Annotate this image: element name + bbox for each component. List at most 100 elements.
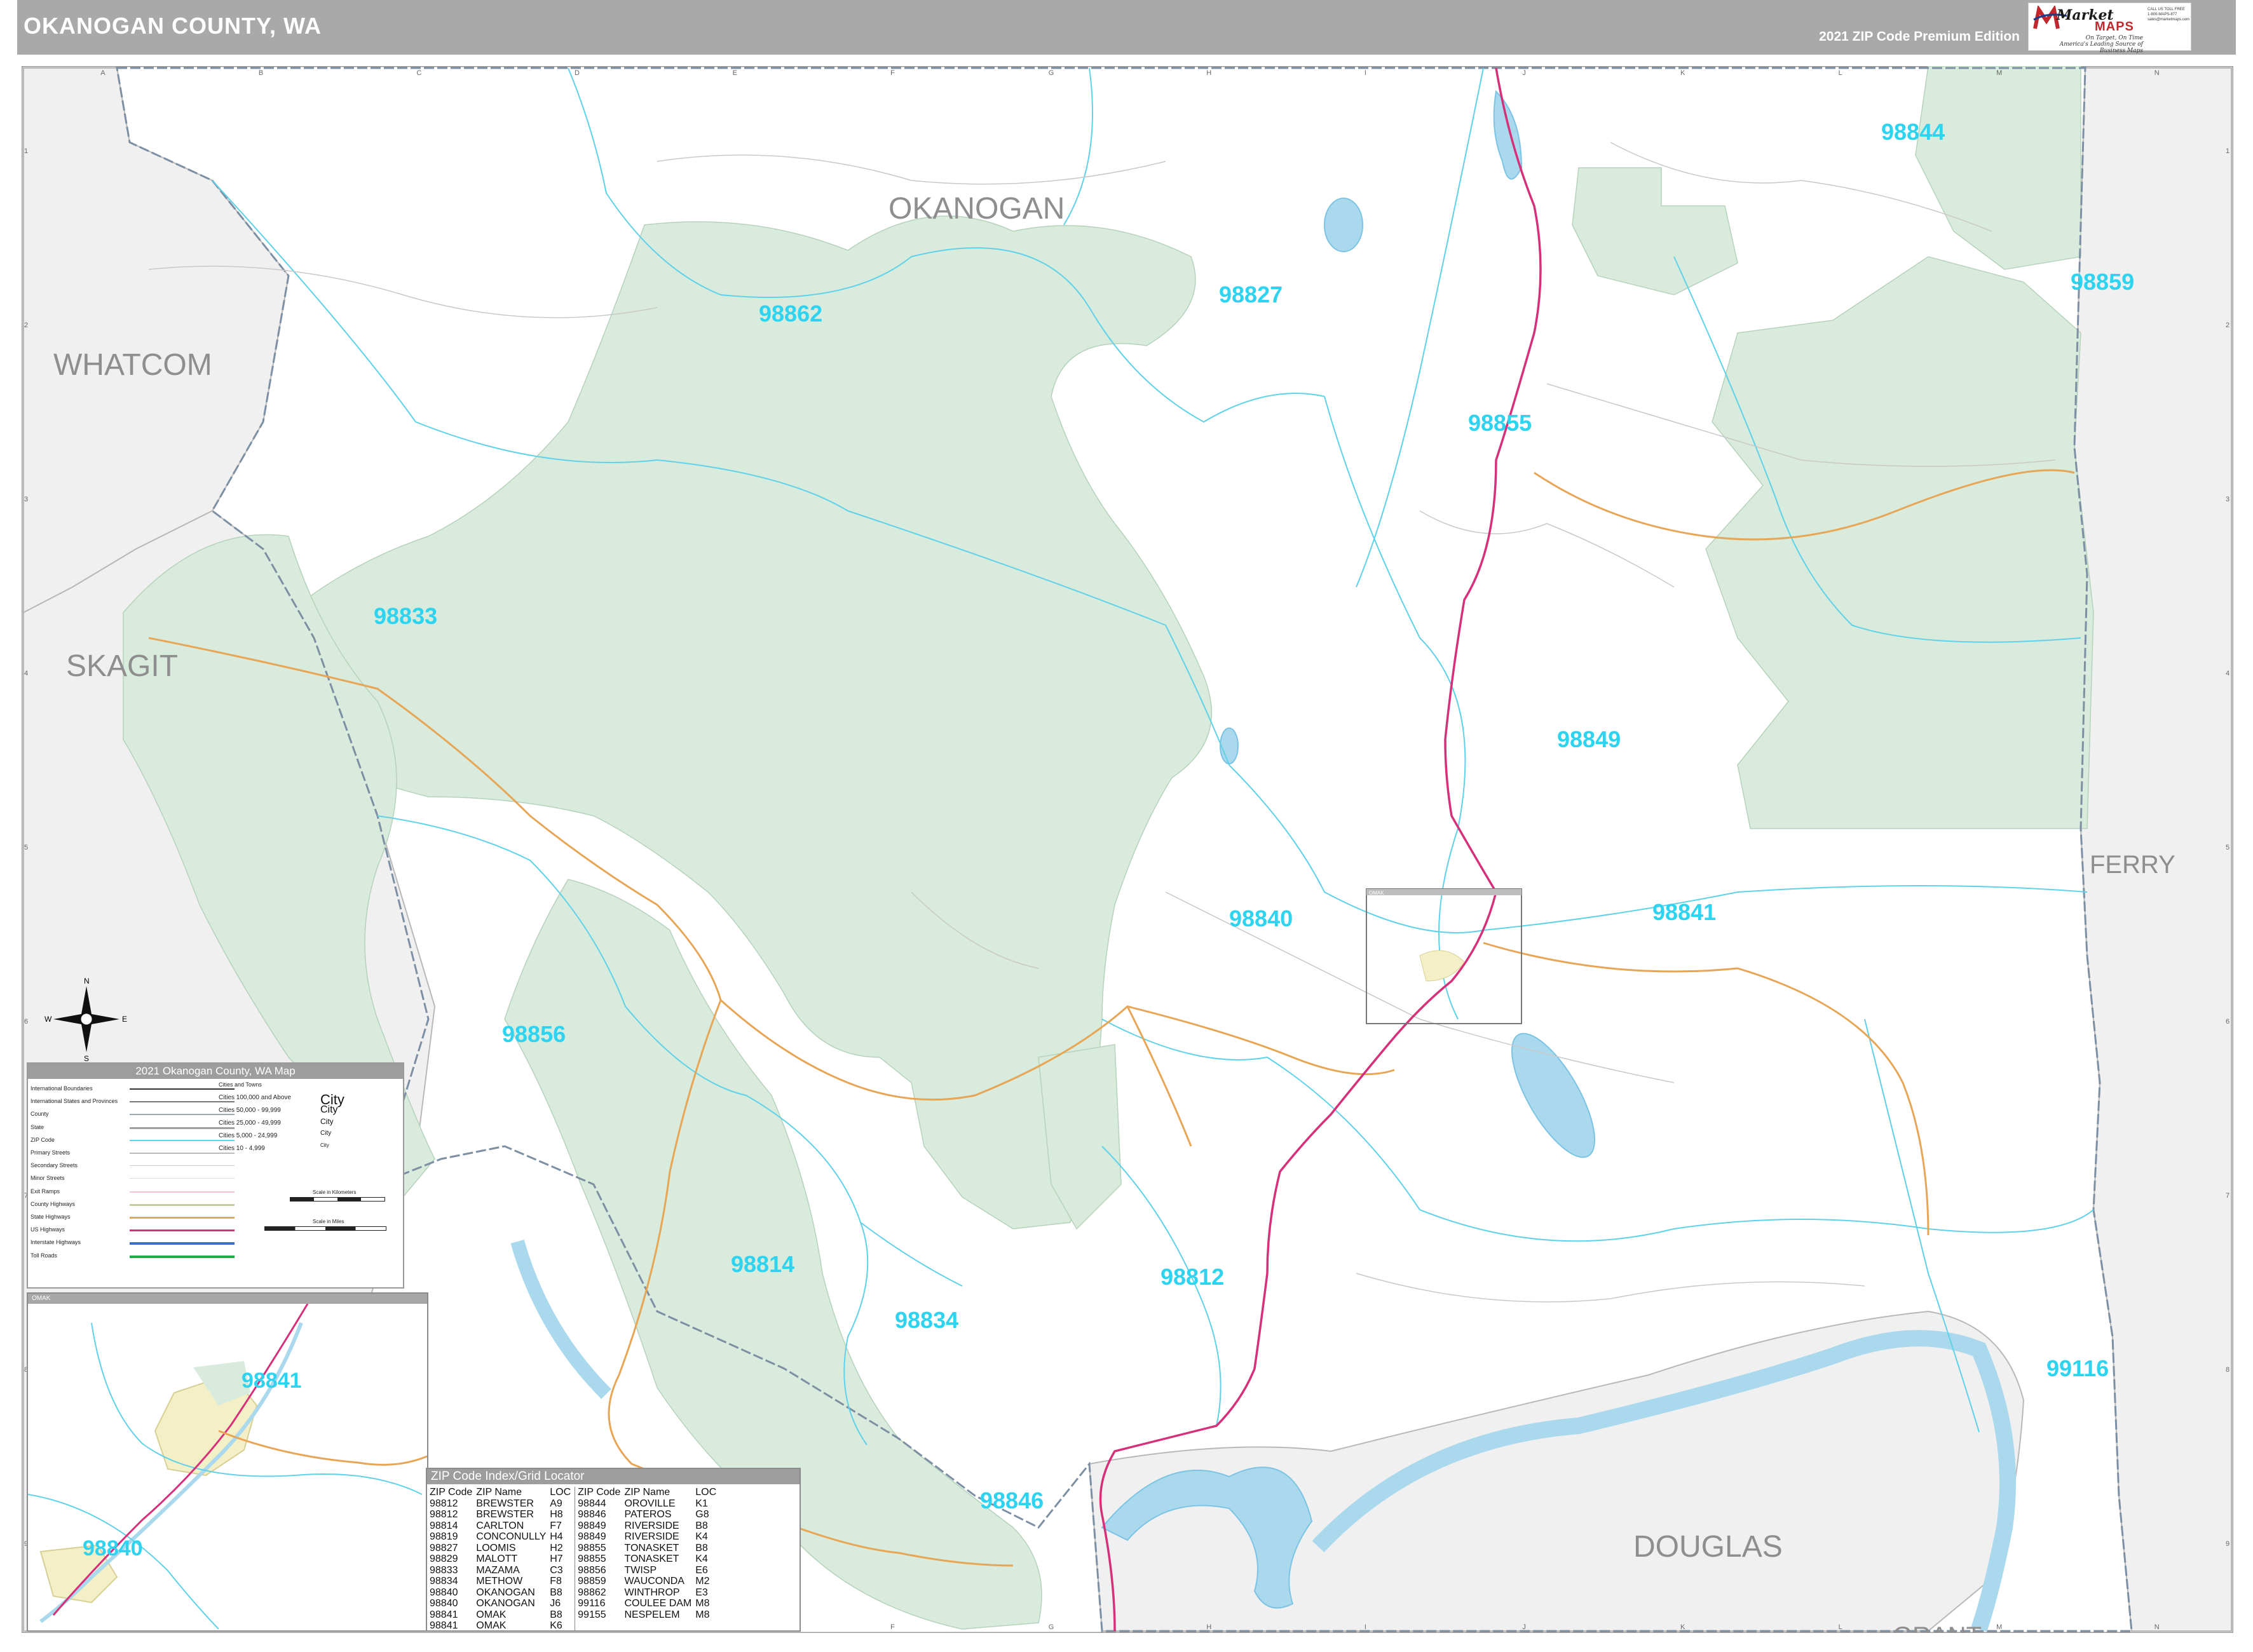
grid-row-right-8: 9 xyxy=(2226,1540,2229,1548)
zip-label-98841[interactable]: 98841 xyxy=(1652,899,1716,925)
zip-index-cell: 98855 xyxy=(575,1554,625,1565)
zip-index-cell: COULEE DAM xyxy=(624,1598,692,1609)
legend-row-symbol xyxy=(130,1088,235,1092)
zip-index-cell: K6 xyxy=(550,1620,562,1631)
logo-tagline-1: On Target, On Time xyxy=(2085,35,2143,41)
grid-col-top-10: K xyxy=(1680,69,1685,77)
zip-index-cell: OKANOGAN xyxy=(476,1587,535,1598)
zip-index-cell: RIVERSIDE xyxy=(624,1520,679,1531)
grid-col-top-3: D xyxy=(575,69,580,77)
zip-index-cell: E3 xyxy=(695,1587,708,1598)
zip-index-cell: 98841 xyxy=(430,1620,458,1631)
zip-label-99116[interactable]: 99116 xyxy=(2046,1355,2109,1381)
legend-city-label: Cities 50,000 - 99,999 xyxy=(219,1107,281,1114)
grid-col-bottom-9: J xyxy=(1522,1623,1526,1631)
grid-col-top-13: N xyxy=(2154,69,2160,77)
zip-label-98844[interactable]: 98844 xyxy=(1881,119,1945,145)
zip-index-cell: K4 xyxy=(695,1554,708,1564)
inset-zip-98841[interactable]: 98841 xyxy=(242,1369,302,1393)
zip-index-row: 98814 CARLTON F7 98849 RIVERSIDE B8 xyxy=(430,1520,720,1531)
zip-index-cell: 98849 xyxy=(575,1520,625,1531)
zip-index-cell: B8 xyxy=(695,1520,708,1531)
zip-index-cell: F7 xyxy=(550,1520,562,1531)
zip-label-98856[interactable]: 98856 xyxy=(502,1021,566,1047)
zip-label-98846[interactable]: 98846 xyxy=(980,1487,1044,1513)
logo-phone-1: CALL US TOLL FREE xyxy=(2147,8,2185,11)
grid-col-bottom-6: G xyxy=(1049,1623,1054,1631)
legend-row-symbol xyxy=(130,1101,235,1105)
zip-index-cell: NESPELEM xyxy=(624,1609,680,1620)
zip-index-cell: A9 xyxy=(550,1498,562,1509)
zip-label-98814[interactable]: 98814 xyxy=(731,1251,794,1277)
legend-row-symbol xyxy=(130,1153,235,1156)
zip-index-header: LOC xyxy=(695,1487,717,1498)
compass-center xyxy=(79,1012,94,1027)
grid-col-top-9: J xyxy=(1522,69,1526,77)
map-header: OKANOGAN COUNTY, WA 2021 ZIP Code Premiu… xyxy=(17,0,2236,55)
zip-index-cell: M2 xyxy=(695,1576,710,1587)
zip-index-cell: E6 xyxy=(695,1564,708,1576)
legend-city-label: Cities 25,000 - 49,999 xyxy=(219,1120,281,1127)
omak-inset-map[interactable]: OMAK 98841 98840 xyxy=(27,1292,428,1632)
zip-index-cell: 98812 xyxy=(430,1498,458,1509)
legend-row-label: International Boundaries xyxy=(31,1085,93,1092)
zip-index-cell: CONCONULLY xyxy=(476,1531,547,1542)
region-label-skagit: SKAGIT xyxy=(66,649,178,683)
zip-index-cell: TONASKET xyxy=(624,1542,679,1554)
zip-index-cell: B8 xyxy=(695,1542,708,1554)
zip-index-cell: 98827 xyxy=(430,1542,458,1554)
scale-mi-label: Scale in Miles xyxy=(313,1219,344,1224)
grid-col-top-2: C xyxy=(416,69,421,77)
zip-index-row: 98841 OMAK B8 99155 NESPELEM M8 xyxy=(430,1609,720,1620)
legend-row-label: US Highways xyxy=(31,1226,65,1233)
grid-col-top-11: L xyxy=(1839,69,1842,77)
zip-index-cell: H2 xyxy=(550,1542,563,1554)
zip-index-cell: M8 xyxy=(695,1598,710,1609)
grid-row-left-1: 2 xyxy=(24,322,28,329)
zip-index-cell: 98844 xyxy=(575,1498,625,1509)
grid-row-right-5: 6 xyxy=(2226,1018,2229,1026)
zip-index-cell: OMAK xyxy=(476,1620,507,1631)
zip-index-cell xyxy=(695,1620,720,1632)
grid-col-bottom-8: I xyxy=(1365,1623,1366,1631)
zip-index-row: 98812 BREWSTER H8 98846 PATEROS G8 xyxy=(430,1509,720,1520)
zip-label-98827[interactable]: 98827 xyxy=(1219,281,1283,308)
grid-row-right-2: 3 xyxy=(2226,496,2229,503)
scale-km-label: Scale in Kilometers xyxy=(313,1189,357,1195)
grid-col-bottom-13: N xyxy=(2154,1623,2160,1631)
grid-col-top-8: I xyxy=(1365,69,1366,77)
zip-index-title: ZIP Code Index/Grid Locator xyxy=(427,1469,800,1484)
market-maps-logo[interactable]: Market MAPS On Target, On Time America's… xyxy=(2028,3,2191,54)
zip-index-header: ZIP Name xyxy=(476,1487,522,1498)
zip-index-cell: RIVERSIDE xyxy=(624,1531,679,1542)
zip-label-98812[interactable]: 98812 xyxy=(1161,1264,1224,1290)
zip-index-cell: LOOMIS xyxy=(476,1542,516,1554)
zip-label-98849[interactable]: 98849 xyxy=(1557,726,1621,752)
zip-label-98855[interactable]: 98855 xyxy=(1468,410,1532,436)
grid-row-right-4: 5 xyxy=(2226,844,2229,851)
compass-n-label: N xyxy=(84,977,90,985)
zip-label-98859[interactable]: 98859 xyxy=(2071,269,2134,295)
zip-label-98840[interactable]: 98840 xyxy=(1229,905,1293,931)
inset-zip-98840[interactable]: 98840 xyxy=(83,1536,143,1561)
zip-label-98834[interactable]: 98834 xyxy=(895,1307,958,1333)
zip-label-98833[interactable]: 98833 xyxy=(374,603,437,629)
grid-row-right-3: 4 xyxy=(2226,670,2229,677)
legend-city-label: Cities 100,000 and Above xyxy=(219,1094,291,1101)
zip-label-98862[interactable]: 98862 xyxy=(759,301,822,327)
legend-city-sample: City xyxy=(320,1104,338,1115)
zip-index-cell: 98859 xyxy=(575,1576,625,1587)
logo-brand-bottom: MAPS xyxy=(2095,20,2134,34)
compass-w-label: W xyxy=(44,1015,52,1024)
grid-row-left-5: 6 xyxy=(24,1018,28,1026)
zip-index-cell: K4 xyxy=(695,1531,708,1542)
zip-index-header: ZIP Code xyxy=(575,1487,625,1498)
zip-index-cell: TONASKET xyxy=(624,1554,679,1564)
legend-row-symbol xyxy=(130,1127,235,1132)
zip-index-cell: F8 xyxy=(550,1576,562,1587)
zip-index-cell: 98834 xyxy=(430,1576,458,1587)
zip-index-header-row: ZIP Code ZIP Name LOC ZIP Code ZIP Name … xyxy=(430,1487,720,1498)
legend-row-symbol xyxy=(130,1203,235,1209)
legend-row-symbol xyxy=(130,1114,235,1118)
compass-e-label: E xyxy=(122,1015,127,1024)
